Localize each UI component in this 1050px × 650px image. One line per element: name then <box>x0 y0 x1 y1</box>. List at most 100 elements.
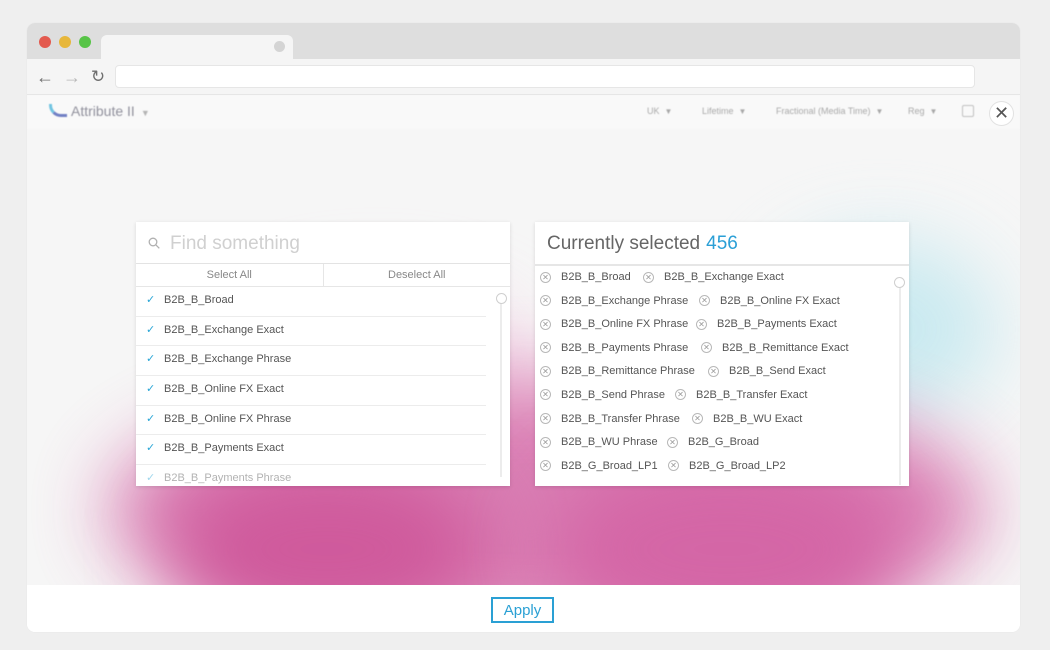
search-icon <box>148 237 160 249</box>
selected-chip[interactable]: ✕ B2B_B_WU Phrase <box>540 436 658 448</box>
deselect-all-button[interactable]: Deselect All <box>322 264 511 286</box>
list-item-label: B2B_B_Broad <box>164 294 234 306</box>
modal-footer: Apply <box>27 585 1020 632</box>
list-item[interactable]: ✓ B2B_B_Exchange Phrase <box>136 346 486 377</box>
app-header: Attribute II ▼ UK ▼ Lifetime ▼ Fractional (… <box>27 95 1020 129</box>
tab-close-icon[interactable] <box>274 41 285 52</box>
remove-icon[interactable]: ✕ <box>540 318 551 330</box>
item-list: ✓ B2B_B_Broad ✓ B2B_B_Exchange Exact ✓ B… <box>136 287 492 486</box>
selected-chip[interactable]: ✕ B2B_B_Exchange Phrase <box>540 295 688 307</box>
selected-chip[interactable]: ✕ B2B_B_Online FX Phrase <box>540 318 688 330</box>
filter-metric[interactable]: Reg ▼ <box>908 106 937 116</box>
selected-chip[interactable]: ✕ B2B_B_Payments Phrase <box>540 342 688 354</box>
selected-chip[interactable]: ✕ B2B_B_Payments Exact <box>696 318 837 330</box>
selection-actions: Select All Deselect All <box>136 264 510 287</box>
search-row <box>136 222 510 264</box>
reload-icon[interactable]: ↻ <box>88 67 108 87</box>
remove-icon[interactable]: ✕ <box>540 271 551 283</box>
remove-icon[interactable]: ✕ <box>540 413 551 425</box>
checkmark-icon[interactable]: ✓ <box>146 324 156 335</box>
address-bar[interactable] <box>115 65 975 88</box>
remove-icon[interactable]: ✕ <box>540 436 551 448</box>
selected-chip[interactable]: ✕ B2B_B_Remittance Exact <box>701 342 849 354</box>
filter-period[interactable]: Lifetime ▼ <box>702 106 746 116</box>
selected-count: 456 <box>706 233 738 254</box>
list-item[interactable]: ✓ B2B_B_Online FX Exact <box>136 376 486 406</box>
list-scrollbar[interactable] <box>500 297 502 477</box>
filter-region[interactable]: UK ▼ <box>647 106 672 116</box>
list-item[interactable]: ✓ B2B_B_Payments Exact <box>136 435 486 466</box>
remove-icon[interactable]: ✕ <box>540 342 551 354</box>
list-item[interactable]: ✓ B2B_B_Exchange Exact <box>136 317 486 347</box>
chips-scrollbar[interactable] <box>899 285 901 485</box>
checkmark-icon[interactable]: ✓ <box>146 473 156 484</box>
remove-icon[interactable]: ✕ <box>540 460 551 472</box>
remove-icon[interactable]: ✕ <box>701 342 712 354</box>
back-icon[interactable]: ← <box>35 67 55 87</box>
remove-icon[interactable]: ✕ <box>708 365 719 377</box>
save-icon[interactable] <box>962 105 974 117</box>
remove-icon[interactable]: ✕ <box>540 365 551 377</box>
apply-button[interactable]: Apply <box>491 597 554 623</box>
select-all-button[interactable]: Select All <box>136 264 323 286</box>
selected-chip[interactable]: ✕ B2B_B_Transfer Exact <box>675 389 807 401</box>
logo-mark-icon <box>49 104 67 117</box>
app-logo: Attribute II ▼ <box>49 103 150 119</box>
remove-icon[interactable]: ✕ <box>643 271 654 283</box>
list-item-label: B2B_B_Online FX Exact <box>164 383 284 396</box>
remove-icon[interactable]: ✕ <box>540 295 551 307</box>
window-close-dot[interactable] <box>39 36 51 48</box>
remove-icon[interactable]: ✕ <box>696 318 707 330</box>
checkmark-icon[interactable]: ✓ <box>146 413 156 424</box>
selected-chip[interactable]: ✕ B2B_G_Broad_LP1 <box>540 460 658 472</box>
chip-row: ✕ B2B_B_Remittance Phrase ✕ B2B_B_Send Exa… <box>535 363 891 387</box>
selected-chip[interactable]: ✕ B2B_B_WU Exact <box>692 413 802 425</box>
list-item[interactable]: ✓ B2B_B_Online FX Phrase <box>136 406 486 436</box>
window-minimize-dot[interactable] <box>59 36 71 48</box>
app-viewport: Attribute II ▼ UK ▼ Lifetime ▼ Fractional (… <box>27 95 1020 632</box>
browser-tab[interactable] <box>101 35 293 59</box>
list-item-label: B2B_B_Online FX Phrase <box>164 412 292 425</box>
list-item-label: B2B_B_Exchange Phrase <box>164 353 292 366</box>
chip-row: ✕ B2B_B_WU Phrase ✕ B2B_G_Broad <box>535 434 891 458</box>
chip-row: ✕ B2B_B_Online FX Phrase ✕ B2B_B_Payments … <box>535 316 891 340</box>
filter-model[interactable]: Fractional (Media Time) ▼ <box>776 106 883 116</box>
selected-chip[interactable]: ✕ B2B_B_Exchange Exact <box>643 271 784 283</box>
logo-text: Attribute II <box>71 103 135 119</box>
remove-icon[interactable]: ✕ <box>540 389 551 401</box>
selected-chip[interactable]: ✕ B2B_B_Remittance Phrase <box>540 365 695 377</box>
selected-chip[interactable]: ✕ B2B_G_Broad_LP2 <box>668 460 786 472</box>
forward-icon[interactable]: → <box>62 67 82 87</box>
browser-window: ← → ↻ Attribute II ▼ UK ▼ Lifetime ▼ Fracti… <box>27 23 1020 632</box>
chip-row: ✕ B2B_G_Broad_LP1 ✕ B2B_G_Broad_LP2 <box>535 458 891 482</box>
list-item[interactable]: ✓ B2B_B_Payments Phrase <box>136 465 486 486</box>
selected-chip[interactable]: ✕ B2B_B_Broad <box>540 271 631 283</box>
selected-chip[interactable]: ✕ B2B_B_Transfer Phrase <box>540 413 680 425</box>
remove-icon[interactable]: ✕ <box>668 460 679 472</box>
remove-icon[interactable]: ✕ <box>692 413 703 425</box>
checkmark-icon[interactable]: ✓ <box>146 354 156 365</box>
search-input[interactable] <box>170 230 490 258</box>
checkmark-icon[interactable]: ✓ <box>146 443 156 454</box>
selected-chip[interactable]: ✕ B2B_B_Send Exact <box>708 365 826 377</box>
remove-icon[interactable]: ✕ <box>675 389 686 401</box>
list-item[interactable]: ✓ B2B_B_Broad <box>136 287 486 317</box>
selected-chip[interactable]: ✕ B2B_G_Broad <box>667 436 759 448</box>
list-scroll-handle[interactable] <box>496 293 507 304</box>
browser-titlebar <box>27 23 1020 59</box>
remove-icon[interactable]: ✕ <box>699 295 710 307</box>
checkmark-icon[interactable]: ✓ <box>146 384 156 395</box>
close-modal-button[interactable]: ✕ <box>989 101 1014 126</box>
browser-toolbar: ← → ↻ <box>27 59 1020 95</box>
remove-icon[interactable]: ✕ <box>667 436 678 448</box>
selected-chip[interactable]: ✕ B2B_B_Send Phrase <box>540 389 665 401</box>
selected-chip[interactable]: ✕ B2B_B_Online FX Exact <box>699 295 840 307</box>
chip-row: ✕ B2B_B_Transfer Phrase ✕ B2B_B_WU Exact <box>535 411 891 435</box>
chip-row: ✕ B2B_B_Broad ✕ B2B_B_Exchange Exact <box>535 269 891 293</box>
list-item-label: B2B_B_Payments Exact <box>164 442 284 455</box>
window-maximize-dot[interactable] <box>79 36 91 48</box>
chips-scroll-handle[interactable] <box>894 277 905 288</box>
chip-row: ✕ B2B_B_Send Phrase ✕ B2B_B_Transfer Exact <box>535 387 891 411</box>
list-item-label: B2B_B_Payments Phrase <box>164 472 292 485</box>
checkmark-icon[interactable]: ✓ <box>146 295 156 306</box>
